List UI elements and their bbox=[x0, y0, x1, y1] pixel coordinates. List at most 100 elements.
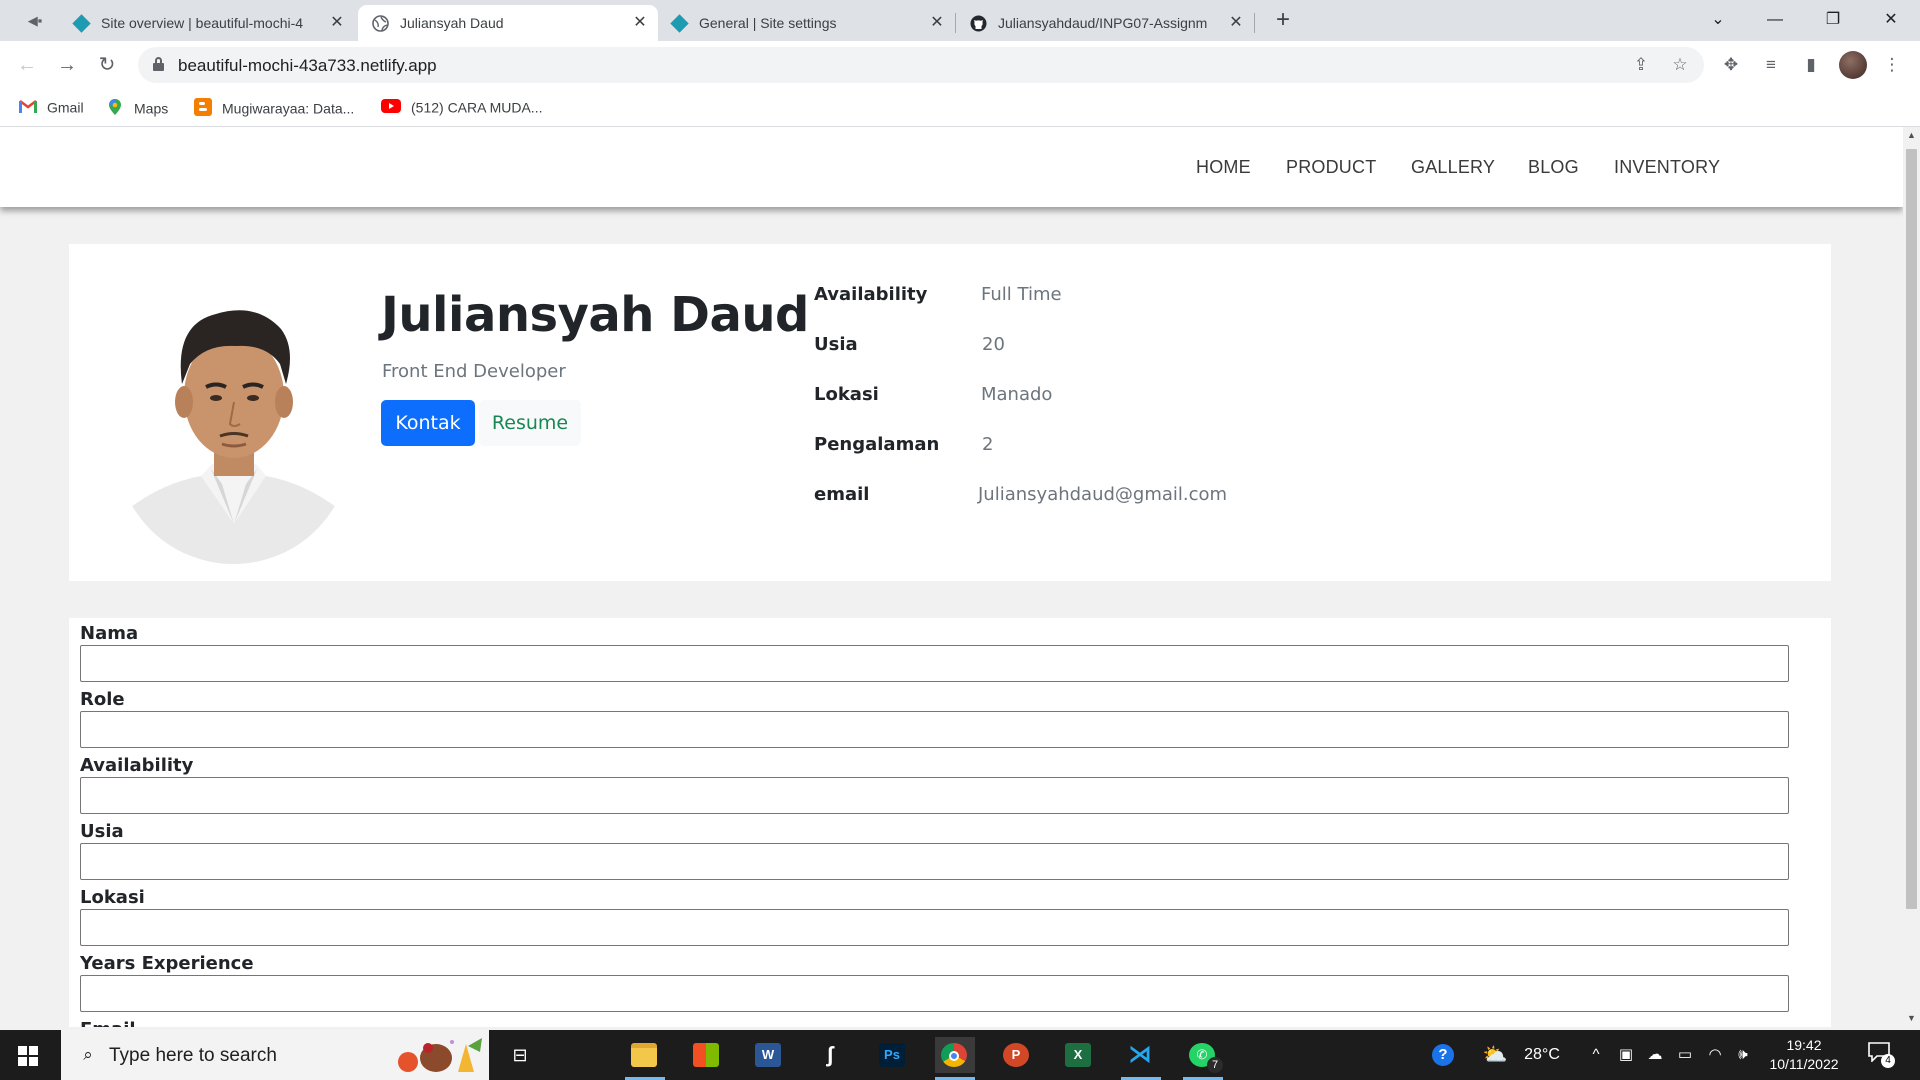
resume-button[interactable]: Resume bbox=[479, 400, 581, 446]
browser-tab-strip: ◀▪ Site overview | beautiful-mochi-4 ✕ J… bbox=[0, 0, 1920, 41]
bookmark-youtube[interactable]: (512) CARA MUDA... bbox=[381, 98, 542, 118]
email-value: Juliansyahdaud@gmail.com bbox=[978, 484, 1228, 505]
youtube-icon bbox=[381, 99, 401, 113]
address-bar[interactable]: beautiful-mochi-43a733.netlify.app ⇪ ☆ bbox=[138, 47, 1704, 83]
age-label: Usia bbox=[814, 334, 858, 355]
nav-product-link[interactable]: PRODUCT bbox=[1286, 157, 1376, 178]
age-value: 20 bbox=[982, 334, 1005, 355]
tab-search-icon[interactable]: ⌄ bbox=[1695, 6, 1741, 34]
volume-icon[interactable]: 🕪 bbox=[1732, 1043, 1754, 1067]
battery-icon[interactable]: ▭ bbox=[1674, 1043, 1696, 1067]
tab-site-overview[interactable]: Site overview | beautiful-mochi-4 ✕ bbox=[59, 5, 355, 41]
usia-input[interactable] bbox=[80, 843, 1789, 880]
tab-audio-icon[interactable]: ◀▪ bbox=[20, 10, 50, 32]
photoshop-taskbar-icon[interactable]: Ps bbox=[873, 1037, 913, 1073]
restore-icon[interactable]: ❐ bbox=[1810, 6, 1856, 34]
vscode-taskbar-icon[interactable]: ⋊ bbox=[1121, 1037, 1161, 1080]
nama-label: Nama bbox=[80, 623, 139, 644]
url-text[interactable]: beautiful-mochi-43a733.netlify.app bbox=[178, 56, 437, 76]
excel-taskbar-icon[interactable]: X bbox=[1059, 1037, 1099, 1073]
tab-title: Juliansyah Daud bbox=[400, 15, 504, 31]
scroll-down-arrow-icon[interactable]: ▼ bbox=[1903, 1010, 1920, 1027]
lokasi-input[interactable] bbox=[80, 909, 1789, 946]
close-icon[interactable]: ✕ bbox=[927, 13, 947, 33]
availability-value: Full Time bbox=[981, 284, 1062, 305]
close-icon[interactable]: ✕ bbox=[327, 13, 347, 33]
whatsapp-badge: 7 bbox=[1207, 1057, 1223, 1073]
usia-label: Usia bbox=[80, 821, 124, 842]
word-taskbar-icon[interactable]: W bbox=[749, 1037, 789, 1073]
lock-icon[interactable] bbox=[153, 57, 164, 71]
globe-icon bbox=[372, 15, 389, 32]
file-explorer-taskbar-icon[interactable] bbox=[625, 1037, 665, 1080]
star-icon[interactable]: ☆ bbox=[1669, 54, 1691, 76]
tab-github[interactable]: Juliansyahdaud/INPG07-Assignm ✕ bbox=[956, 5, 1254, 41]
tab-site-settings[interactable]: General | Site settings ✕ bbox=[657, 5, 955, 41]
contact-button[interactable]: Kontak bbox=[381, 400, 475, 446]
sublime-text-taskbar-icon[interactable]: ʃ bbox=[811, 1037, 851, 1073]
location-value: Manado bbox=[981, 384, 1053, 405]
meet-now-icon[interactable]: ▣ bbox=[1616, 1043, 1636, 1067]
nama-input[interactable] bbox=[80, 645, 1789, 682]
powerpoint-taskbar-icon[interactable]: P bbox=[997, 1037, 1037, 1073]
bookmark-mugiwarayaa[interactable]: Mugiwarayaa: Data... bbox=[194, 98, 354, 118]
experience-label: Pengalaman bbox=[814, 434, 940, 455]
side-panel-icon[interactable]: ▮ bbox=[1799, 53, 1823, 77]
years-experience-input[interactable] bbox=[80, 975, 1789, 1012]
profile-photo bbox=[116, 284, 351, 564]
back-icon[interactable]: ← bbox=[13, 51, 41, 79]
new-tab-button[interactable]: + bbox=[1270, 8, 1296, 34]
close-icon[interactable]: ✕ bbox=[1226, 13, 1246, 33]
page-scrollbar[interactable]: ▲ ▼ bbox=[1903, 127, 1920, 1027]
bookmark-label: Maps bbox=[134, 100, 169, 117]
media-control-icon[interactable]: ≡ bbox=[1759, 53, 1783, 77]
share-icon[interactable]: ⇪ bbox=[1630, 54, 1652, 76]
windows-start-icon[interactable] bbox=[18, 1046, 38, 1066]
bookmark-gmail[interactable]: Gmail bbox=[19, 98, 84, 118]
profile-avatar[interactable] bbox=[1839, 51, 1867, 79]
chrome-taskbar-icon[interactable] bbox=[935, 1037, 975, 1080]
role-input[interactable] bbox=[80, 711, 1789, 748]
github-icon bbox=[970, 15, 987, 32]
minimize-icon[interactable]: — bbox=[1752, 6, 1798, 34]
scroll-thumb[interactable] bbox=[1906, 149, 1917, 909]
onedrive-icon[interactable]: ☁ bbox=[1643, 1043, 1667, 1067]
nav-inventory-link[interactable]: INVENTORY bbox=[1614, 157, 1720, 178]
netlify-diamond-icon bbox=[670, 14, 689, 33]
availability-input[interactable] bbox=[80, 777, 1789, 814]
nav-home-link[interactable]: HOME bbox=[1196, 157, 1251, 178]
bookmark-label: (512) CARA MUDA... bbox=[411, 99, 543, 116]
profile-card: Juliansyah Daud Front End Developer Kont… bbox=[69, 244, 1831, 581]
tab-juliansyah-daud[interactable]: Juliansyah Daud ✕ bbox=[358, 5, 658, 41]
menu-kebab-icon[interactable]: ⋮ bbox=[1880, 53, 1904, 77]
reload-icon[interactable]: ↻ bbox=[93, 51, 121, 79]
close-icon[interactable]: ✕ bbox=[630, 13, 650, 33]
notifications-icon[interactable]: 4 bbox=[1868, 1042, 1895, 1068]
tab-title: Site overview | beautiful-mochi-4 bbox=[101, 15, 304, 31]
tab-title: Juliansyahdaud/INPG07-Assignm bbox=[998, 15, 1208, 31]
profile-role: Front End Developer bbox=[382, 361, 566, 382]
nav-gallery-link[interactable]: GALLERY bbox=[1411, 157, 1495, 178]
gmail-icon bbox=[19, 99, 37, 113]
taskbar-clock[interactable]: 19:42 10/11/2022 bbox=[1768, 1036, 1840, 1074]
bookmark-maps[interactable]: Maps bbox=[106, 98, 168, 118]
whatsapp-taskbar-icon[interactable]: ✆ 7 bbox=[1183, 1037, 1223, 1080]
task-view-icon[interactable]: ⊟ bbox=[508, 1043, 532, 1067]
wifi-icon[interactable]: ◠ bbox=[1704, 1043, 1726, 1067]
window-close-icon[interactable]: ✕ bbox=[1868, 6, 1914, 34]
weather-icon[interactable]: ⛅ bbox=[1480, 1043, 1510, 1067]
search-placeholder[interactable]: Type here to search bbox=[109, 1045, 277, 1067]
page-viewport: HOME PRODUCT GALLERY BLOG INVENTORY Juli… bbox=[0, 127, 1903, 1027]
forward-icon[interactable]: → bbox=[53, 51, 81, 79]
site-navbar: HOME PRODUCT GALLERY BLOG INVENTORY bbox=[0, 127, 1903, 207]
taskbar-search-box[interactable]: ⌕ Type here to search bbox=[61, 1030, 489, 1080]
scroll-up-arrow-icon[interactable]: ▲ bbox=[1903, 127, 1920, 144]
microsoft-store-taskbar-icon[interactable] bbox=[687, 1037, 727, 1073]
windows-taskbar: ⌕ Type here to search ⊟ W ʃ Ps P X ⋊ ✆ 7… bbox=[0, 1030, 1920, 1080]
maps-icon bbox=[109, 99, 121, 115]
weather-temperature[interactable]: 28°C bbox=[1518, 1043, 1566, 1067]
help-icon[interactable]: ? bbox=[1430, 1043, 1456, 1067]
nav-blog-link[interactable]: BLOG bbox=[1528, 157, 1579, 178]
extensions-icon[interactable]: ✥ bbox=[1719, 53, 1743, 77]
show-hidden-icons-icon[interactable]: ^ bbox=[1587, 1043, 1605, 1067]
